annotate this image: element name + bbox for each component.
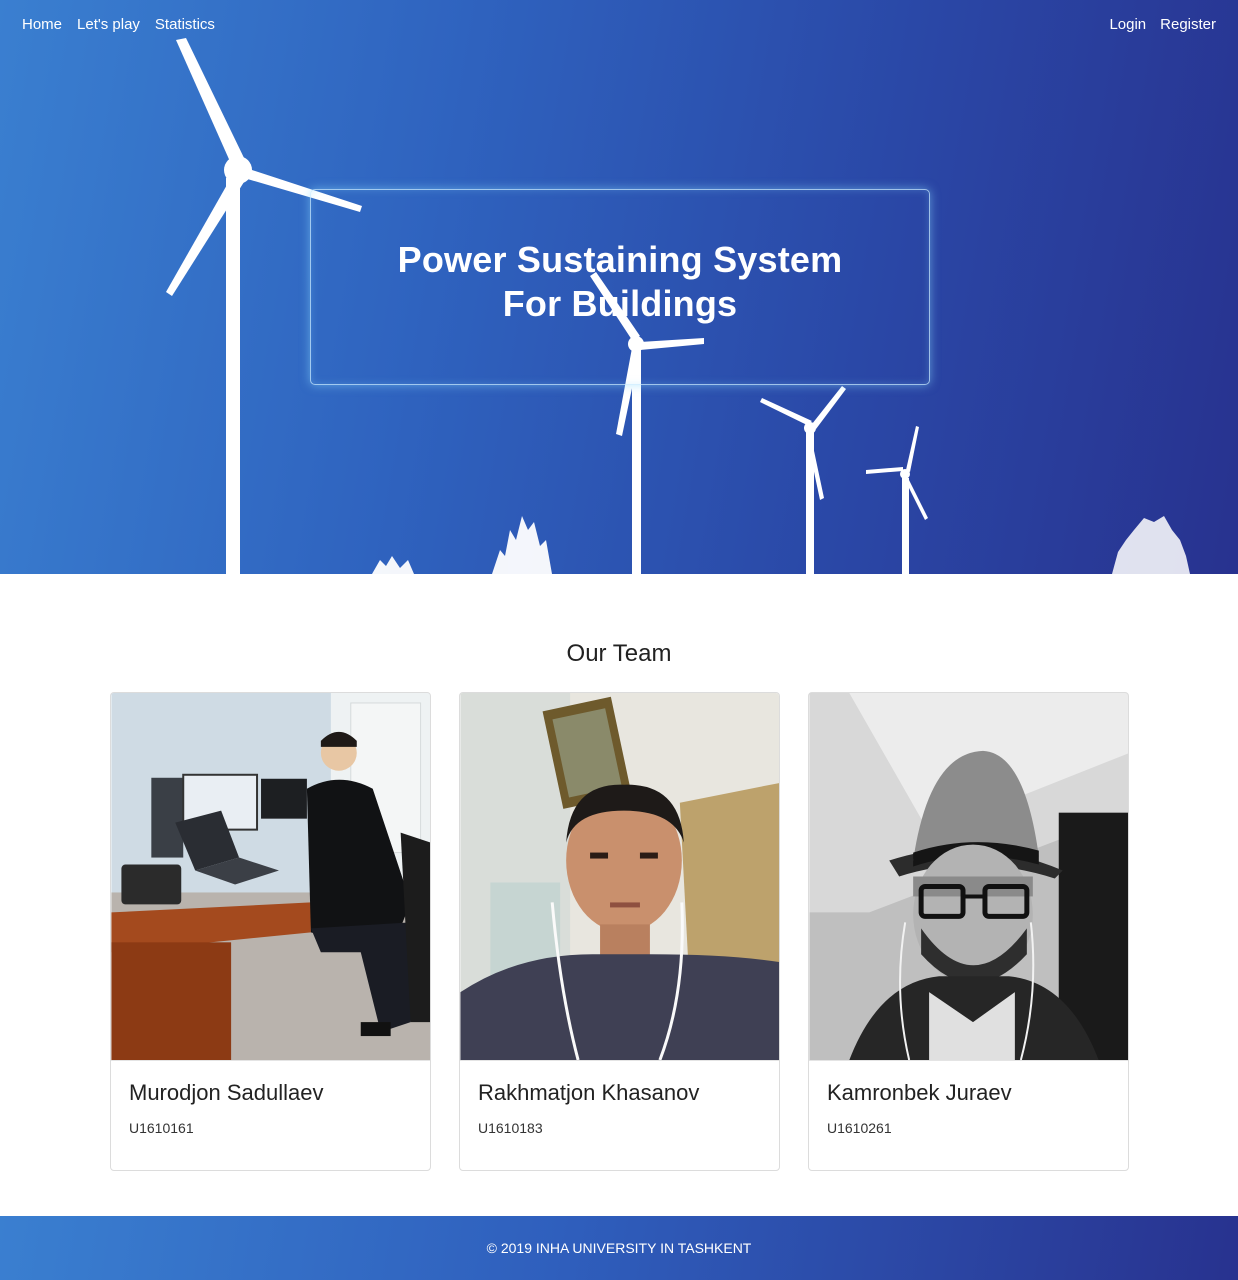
- nav-statistics-link[interactable]: Statistics: [155, 16, 215, 33]
- team-member-name: Rakhmatjon Khasanov: [478, 1080, 700, 1105]
- hero-title: Power Sustaining System For Buildings: [397, 239, 843, 324]
- hat-portrait-photo-icon: [809, 693, 1128, 1061]
- nav-home-link[interactable]: Home: [22, 16, 62, 33]
- main-nav: Home Let's play Statistics: [22, 16, 215, 33]
- nav-login-link[interactable]: Login: [1109, 16, 1146, 33]
- team-member-name: Murodjon Sadullaev: [129, 1080, 324, 1105]
- nav-register-link[interactable]: Register: [1160, 16, 1216, 33]
- footer-copyright: © 2019 INHA UNIVERSITY IN TASHKENT: [486, 1240, 752, 1256]
- team-card-1: Murodjon Sadullaev U1610161: [110, 692, 431, 1171]
- team-heading: Our Team: [566, 640, 672, 667]
- nav-lets-play-link[interactable]: Let's play: [77, 16, 140, 33]
- team-member-id: U1610261: [827, 1120, 892, 1136]
- hero-title-box: Power Sustaining System For Buildings: [310, 189, 930, 385]
- team-card-3: Kamronbek Juraev U1610261: [808, 692, 1129, 1171]
- footer: © 2019 INHA UNIVERSITY IN TASHKENT: [0, 1216, 1238, 1280]
- team-member-name: Kamronbek Juraev: [827, 1080, 1012, 1105]
- auth-nav: Login Register: [1109, 16, 1216, 33]
- selfie-photo-icon: [460, 693, 779, 1061]
- team-member-id: U1610161: [129, 1120, 194, 1136]
- person-at-desk-photo-icon: [111, 693, 430, 1061]
- hero-banner: Home Let's play Statistics Login Registe…: [0, 0, 1238, 574]
- team-card-2: Rakhmatjon Khasanov U1610183: [459, 692, 780, 1171]
- team-member-id: U1610183: [478, 1120, 543, 1136]
